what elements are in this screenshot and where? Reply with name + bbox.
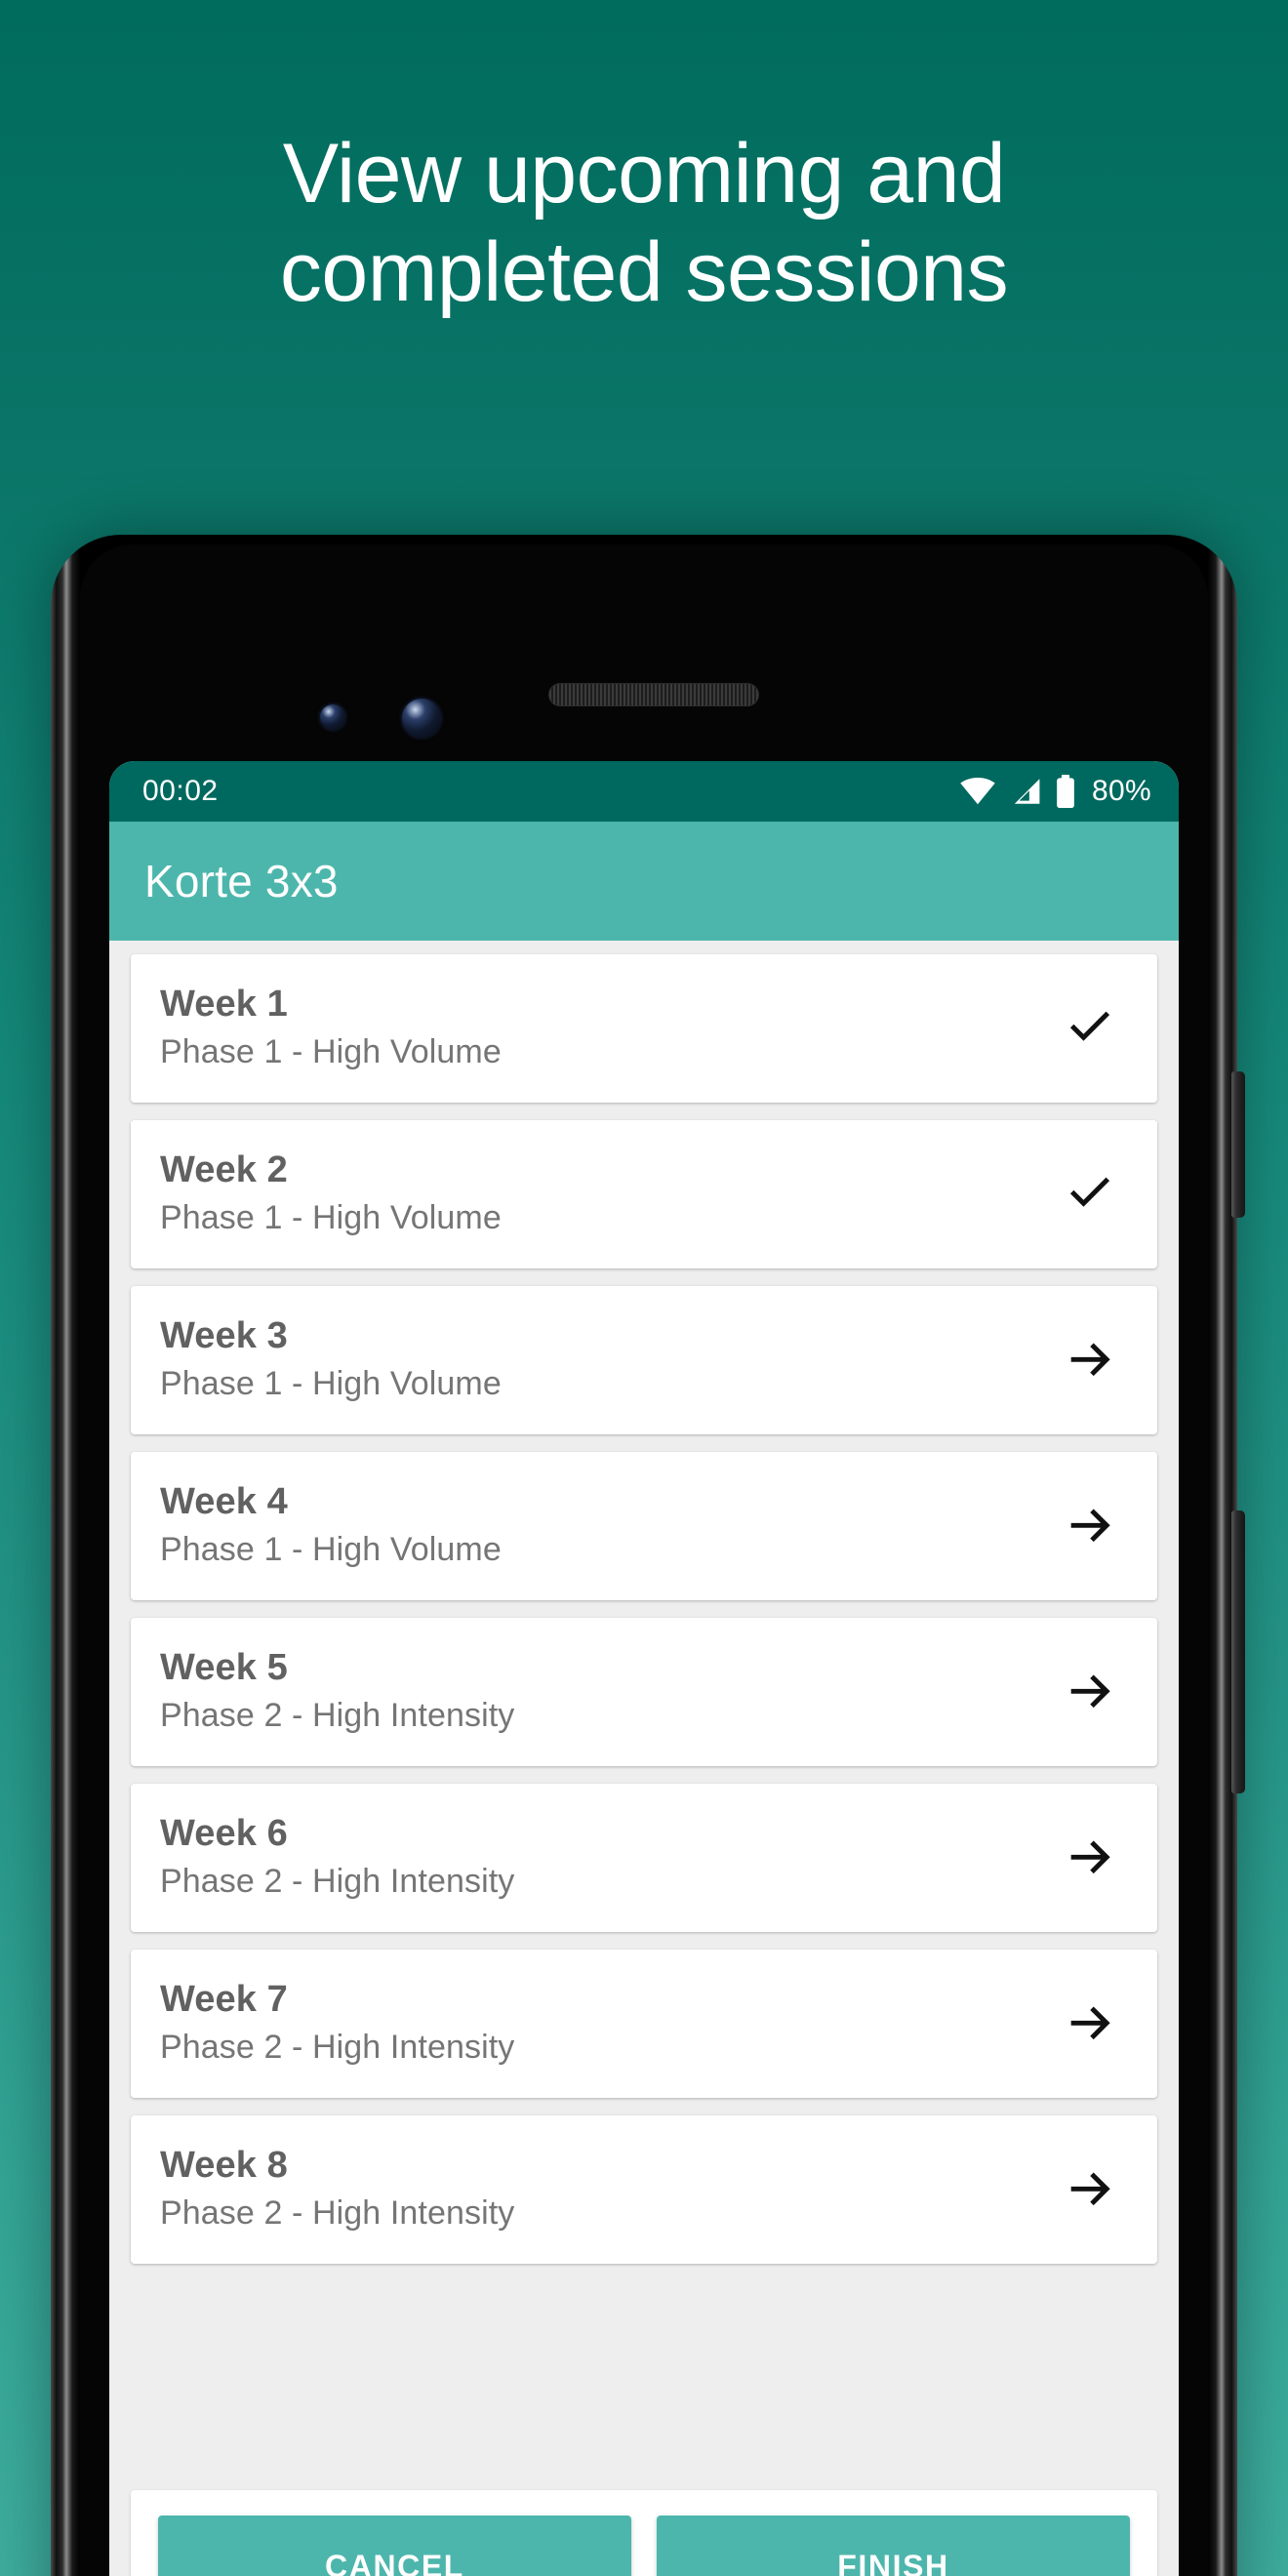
arrow-right-icon	[1060, 1329, 1120, 1389]
battery-icon	[1055, 775, 1076, 808]
app-bar-title: Korte 3x3	[144, 856, 339, 906]
app-screen: 00:02 80% Korte 3x3 Week 1 Phase 1 - Hig…	[109, 761, 1179, 2576]
week-card-text: Week 4 Phase 1 - High Volume	[160, 1481, 502, 1569]
week-card[interactable]: Week 7 Phase 2 - High Intensity	[131, 1950, 1157, 2098]
week-card-subtitle: Phase 2 - High Intensity	[160, 1697, 515, 1734]
power-button[interactable]	[1231, 1071, 1245, 1218]
week-card-title: Week 6	[160, 1813, 288, 1854]
week-card[interactable]: Week 5 Phase 2 - High Intensity	[131, 1618, 1157, 1766]
earpiece-speaker-grille	[548, 683, 759, 706]
week-card-subtitle: Phase 1 - High Volume	[160, 1199, 502, 1236]
week-card[interactable]: Week 2 Phase 1 - High Volume	[131, 1120, 1157, 1268]
status-bar: 00:02 80%	[109, 761, 1179, 822]
week-card[interactable]: Week 6 Phase 2 - High Intensity	[131, 1784, 1157, 1932]
promo-headline: View upcoming and completed sessions	[279, 127, 1009, 320]
week-card[interactable]: Week 4 Phase 1 - High Volume	[131, 1452, 1157, 1600]
week-card-text: Week 2 Phase 1 - High Volume	[160, 1149, 502, 1237]
cancel-button[interactable]: CANCEL	[158, 2516, 631, 2576]
front-camera-secondary-icon	[320, 704, 345, 730]
week-card-title: Week 7	[160, 1979, 288, 2020]
week-card-text: Week 3 Phase 1 - High Volume	[160, 1315, 502, 1403]
signal-icon	[1010, 777, 1041, 806]
battery-percentage-label: 80%	[1092, 775, 1151, 807]
week-list: Week 1 Phase 1 - High Volume Week 2 Phase 1…	[109, 941, 1179, 2476]
week-card[interactable]: Week 1 Phase 1 - High Volume	[131, 954, 1157, 1103]
week-card-title: Week 1	[160, 984, 288, 1025]
week-card-subtitle: Phase 1 - High Volume	[160, 1531, 502, 1568]
wifi-icon	[959, 778, 996, 805]
phone-face: 00:02 80% Korte 3x3 Week 1 Phase 1 - Hig…	[80, 544, 1208, 2576]
week-card-title: Week 2	[160, 1149, 288, 1190]
arrow-right-icon	[1060, 1495, 1120, 1555]
app-bar: Korte 3x3	[109, 822, 1179, 941]
week-card-text: Week 6 Phase 2 - High Intensity	[160, 1813, 514, 1901]
arrow-right-icon	[1060, 1661, 1120, 1721]
week-card[interactable]: Week 8 Phase 2 - High Intensity	[131, 2115, 1157, 2264]
week-card-subtitle: Phase 2 - High Intensity	[160, 2194, 515, 2232]
week-card-text: Week 8 Phase 2 - High Intensity	[160, 2145, 514, 2233]
week-card-subtitle: Phase 1 - High Volume	[160, 1033, 502, 1070]
week-card-title: Week 8	[160, 2145, 288, 2186]
finish-button[interactable]: FINISH	[657, 2516, 1130, 2576]
arrow-right-icon	[1060, 1992, 1120, 2053]
week-card-title: Week 5	[160, 1647, 288, 1688]
volume-rocker[interactable]	[1231, 1510, 1245, 1793]
week-card-title: Week 4	[160, 1481, 288, 1522]
week-card-subtitle: Phase 2 - High Intensity	[160, 1863, 515, 1900]
arrow-right-icon	[1060, 2158, 1120, 2219]
check-icon	[1060, 1163, 1120, 1224]
promo-screenshot: View upcoming and completed sessions 00:…	[0, 0, 1288, 2576]
week-card-text: Week 7 Phase 2 - High Intensity	[160, 1979, 514, 2067]
week-card[interactable]: Week 3 Phase 1 - High Volume	[131, 1286, 1157, 1434]
action-bar: CANCEL FINISH	[131, 2490, 1157, 2576]
week-card-title: Week 3	[160, 1315, 288, 1356]
status-bar-icons: 80%	[959, 775, 1151, 808]
week-card-subtitle: Phase 1 - High Volume	[160, 1365, 502, 1402]
check-icon	[1060, 997, 1120, 1058]
week-card-subtitle: Phase 2 - High Intensity	[160, 2029, 515, 2066]
week-card-text: Week 5 Phase 2 - High Intensity	[160, 1647, 514, 1735]
status-bar-clock: 00:02	[142, 775, 219, 807]
week-card-text: Week 1 Phase 1 - High Volume	[160, 984, 502, 1071]
arrow-right-icon	[1060, 1827, 1120, 1887]
front-camera-primary-icon	[402, 699, 441, 738]
phone-device-frame: 00:02 80% Korte 3x3 Week 1 Phase 1 - Hig…	[51, 535, 1245, 2576]
